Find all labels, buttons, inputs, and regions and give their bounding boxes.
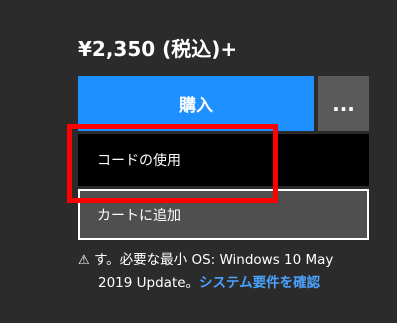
requirements-line-1: ⚠ す。必要な最小 OS: Windows 10 May [78,249,378,272]
more-options-button[interactable]: ... [318,76,369,131]
menu-item-add-to-cart[interactable]: カートに追加 [78,189,369,240]
menu-item-redeem-code[interactable]: コードの使用 [78,134,369,186]
buy-button[interactable]: 購入 [78,76,314,131]
requirements-line-2: 2019 Update。システム要件を確認 [78,272,378,294]
warning-icon: ⚠ [78,253,90,268]
requirements-text-2: 2019 Update。 [98,275,200,291]
system-requirements: ⚠ す。必要な最小 OS: Windows 10 May 2019 Update。… [78,249,378,294]
check-requirements-link[interactable]: システム要件を確認 [199,275,320,291]
price-label: ¥2,350 (税込)+ [78,37,238,61]
dropdown-menu: コードの使用 カートに追加 [78,134,369,248]
requirements-text: す。必要な最小 OS: Windows 10 May [94,252,334,268]
